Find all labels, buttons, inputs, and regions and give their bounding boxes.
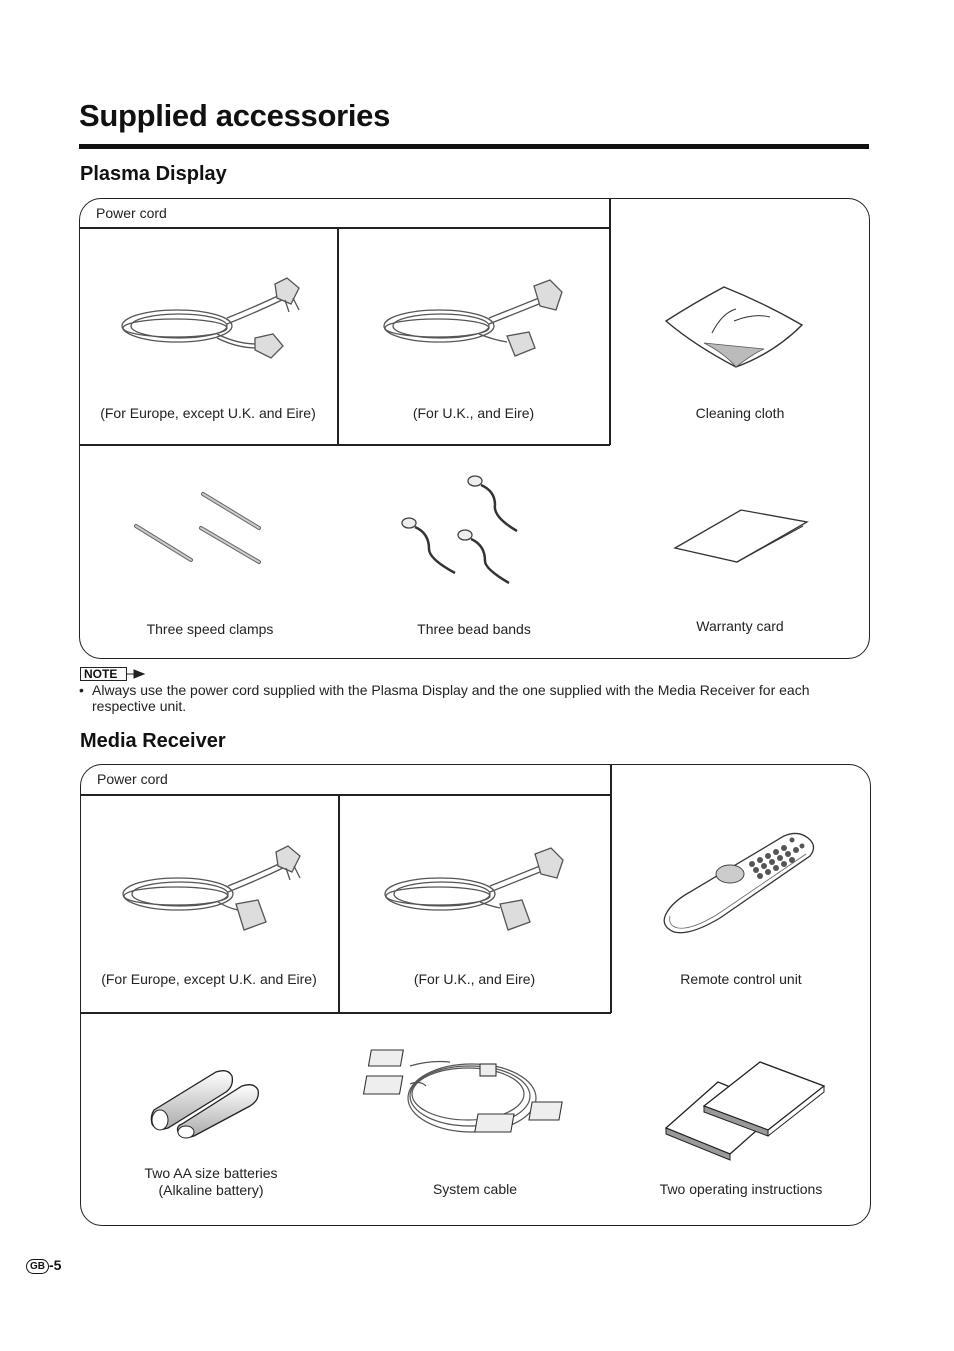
item-label: Cleaning cloth bbox=[695, 405, 785, 421]
item-label: (For U.K., and Eire) bbox=[412, 405, 535, 421]
plasma-display-accessories-box: Power cord (For Europe, except U.K. and … bbox=[79, 198, 870, 659]
item-label-line2: (Alkaline battery) bbox=[158, 1182, 264, 1198]
item-label: Three speed clamps bbox=[146, 621, 274, 637]
power-cord-uk-icon bbox=[379, 278, 569, 363]
title-rule bbox=[79, 144, 869, 149]
page-number: GB -5 bbox=[26, 1257, 61, 1274]
speed-clamps-icon bbox=[131, 488, 271, 568]
bead-bands-icon bbox=[399, 473, 529, 585]
region-badge: GB bbox=[26, 1259, 49, 1274]
page-number-value: -5 bbox=[49, 1257, 62, 1273]
note-bullet: • bbox=[79, 682, 84, 698]
section-heading-media-receiver: Media Receiver bbox=[80, 730, 226, 752]
section-heading-plasma-display: Plasma Display bbox=[80, 163, 227, 185]
item-label: Two operating instructions bbox=[659, 1181, 823, 1197]
page-title: Supplied accessories bbox=[79, 98, 391, 133]
note-tag: NOTE bbox=[80, 667, 148, 681]
note-body: Always use the power cord supplied with … bbox=[92, 682, 810, 714]
power-cord-label: Power cord bbox=[96, 205, 167, 221]
power-cord-europe-icon bbox=[117, 276, 307, 361]
remote-control-icon bbox=[660, 826, 815, 936]
batteries-icon bbox=[146, 1066, 261, 1139]
item-label: (For Europe, except U.K. and Eire) bbox=[101, 971, 317, 987]
media-receiver-accessories-box: Power cord (For Europe, except U.K. and … bbox=[80, 764, 871, 1226]
power-cord-uk-icon bbox=[380, 844, 570, 939]
item-label: Three bead bands bbox=[417, 621, 531, 637]
system-cable-icon bbox=[362, 1046, 580, 1146]
power-cord-europe-icon bbox=[118, 842, 308, 937]
item-label: Warranty card bbox=[696, 618, 784, 634]
item-label: (For Europe, except U.K. and Eire) bbox=[100, 405, 316, 421]
item-label-line1: Two AA size batteries bbox=[144, 1165, 278, 1181]
operating-instructions-icon bbox=[664, 1060, 829, 1161]
note-label: NOTE bbox=[84, 667, 118, 681]
note-text: • Always use the power cord supplied wit… bbox=[79, 682, 874, 714]
item-label: Two AA size batteries (Alkaline battery) bbox=[80, 1165, 342, 1199]
item-label: (For U.K., and Eire) bbox=[413, 971, 536, 987]
item-label: System cable bbox=[432, 1181, 518, 1197]
cleaning-cloth-icon bbox=[664, 283, 804, 368]
warranty-card-icon bbox=[673, 508, 809, 568]
item-label: Remote control unit bbox=[680, 971, 802, 987]
power-cord-label: Power cord bbox=[97, 771, 168, 787]
